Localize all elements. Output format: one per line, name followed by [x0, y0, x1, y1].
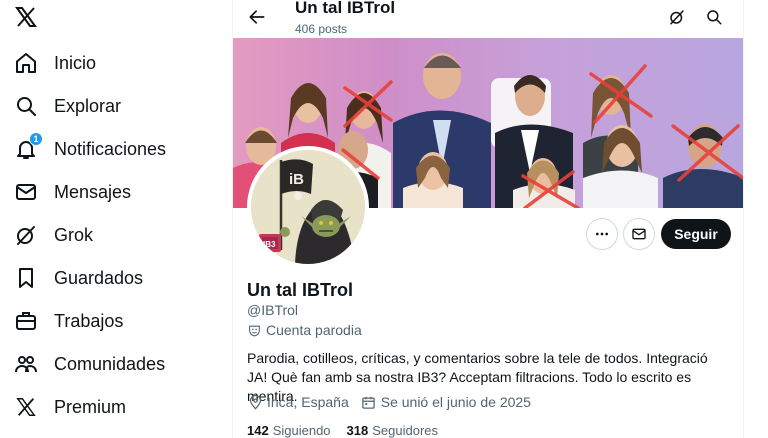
following-label: Siguiendo [272, 423, 331, 438]
parody-label: Cuenta parodia [247, 322, 362, 338]
sidebar-item-guardados[interactable]: Guardados [12, 261, 143, 295]
more-options-button[interactable] [586, 218, 618, 250]
grok-icon [12, 221, 40, 249]
message-button[interactable] [623, 218, 655, 250]
x-logo-icon [12, 393, 40, 421]
parody-text: Cuenta parodia [266, 322, 362, 338]
sidebar-item-label: Premium [54, 396, 127, 417]
follow-button[interactable]: Seguir [661, 219, 731, 249]
profile-location: Inca, España [267, 394, 349, 410]
sidebar-item-notificaciones[interactable]: 1 Notificaciones [12, 132, 166, 166]
back-button[interactable] [245, 5, 269, 29]
followers-count: 318 [346, 423, 369, 438]
avatar-troll-image: iB IB3 [251, 150, 365, 264]
profile-name: Un tal IBTrol [247, 280, 354, 300]
following-count: 142 [247, 423, 269, 438]
grok-icon [670, 10, 684, 25]
following-link[interactable]: 142 Siguiendo [247, 423, 331, 438]
search-icon [12, 92, 40, 120]
sidebar-item-comunidades[interactable]: Comunidades [12, 347, 165, 381]
profile-handle: @IBTrol [247, 302, 299, 318]
profile-avatar[interactable]: iB IB3 [247, 146, 369, 268]
profile-header: Un tal IBTrol 406 posts [233, 0, 743, 38]
sidebar-item-premium[interactable]: Premium [12, 390, 126, 424]
mail-icon [12, 178, 40, 206]
sidebar-item-explorar[interactable]: Explorar [12, 89, 121, 123]
sidebar-item-label: Guardados [54, 267, 144, 288]
home-icon [12, 49, 40, 77]
grok-button[interactable] [665, 5, 689, 29]
briefcase-icon [12, 307, 40, 335]
people-icon [12, 350, 40, 378]
sidebar-item-label: Trabajos [54, 310, 124, 331]
sidebar-item-mensajes[interactable]: Mensajes [12, 175, 131, 209]
more-icon [596, 232, 608, 236]
avatar-logo-text: iB [289, 171, 304, 188]
location-icon [247, 394, 263, 410]
search-button[interactable] [702, 5, 726, 29]
sidebar-item-label: Notificaciones [54, 138, 167, 159]
profile-meta: Inca, España Se unió el junio de 2025 [247, 394, 531, 410]
calendar-icon [361, 394, 377, 410]
mail-icon [632, 228, 646, 240]
x-logo-icon[interactable] [14, 5, 40, 31]
sidebar-item-label: Inicio [54, 52, 97, 73]
followers-link[interactable]: 318 Seguidores [347, 423, 438, 438]
sidebar-item-label: Mensajes [54, 181, 132, 202]
followers-label: Seguidores [372, 423, 439, 438]
sidebar-item-grok[interactable]: Grok [12, 218, 93, 252]
follow-stats: 142 Siguiendo 318 Seguidores [247, 423, 438, 438]
notification-badge: 1 [29, 132, 43, 146]
arrow-left-icon [249, 10, 265, 24]
sidebar-nav: Inicio Explorar 1 Notificaciones Mensaje… [0, 0, 232, 438]
bell-icon: 1 [12, 132, 43, 163]
sidebar-item-inicio[interactable]: Inicio [12, 46, 96, 80]
sidebar-item-trabajos[interactable]: Trabajos [12, 304, 123, 338]
header-title: Un tal IBTrol [295, 0, 396, 17]
bookmark-icon [12, 264, 40, 292]
avatar-badge-text: IB3 [263, 240, 276, 249]
post-count: 406 posts [295, 22, 348, 36]
search-icon [707, 10, 722, 25]
profile-joined: Se unió el junio de 2025 [380, 394, 531, 410]
sidebar-item-label: Explorar [54, 95, 122, 116]
sidebar-item-label: Grok [54, 224, 94, 245]
parody-mask-icon [247, 323, 261, 337]
profile-column: Un tal IBTrol 406 posts iB IB3 Seguir Un… [232, 0, 744, 438]
sidebar-item-label: Comunidades [54, 353, 166, 374]
